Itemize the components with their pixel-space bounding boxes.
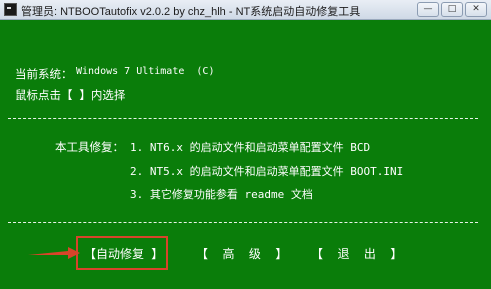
mouse-hint-text: 鼠标点击【 】内选择: [15, 88, 126, 102]
window-title: 管理员: NTBOOTautofix v2.0.2 by chz_hlh - N…: [21, 6, 361, 18]
minimize-button[interactable]: —: [417, 2, 439, 17]
repair-label: 本工具修复：: [55, 140, 124, 154]
red-arrow-icon: [28, 247, 80, 259]
advanced-button[interactable]: 【 高 级 】: [196, 245, 287, 263]
app-window: 管理员: NTBOOTautofix v2.0.2 by chz_hlh - N…: [0, 0, 491, 289]
console-content: 当前系统： Windows 7 Ultimate (C) 鼠标点击【 】内选择 …: [0, 20, 491, 289]
close-button[interactable]: ✕: [465, 2, 487, 17]
window-controls: — □ ✕: [417, 2, 487, 17]
repair-item-readme: 3. 其它修复功能参看 readme 文档: [130, 188, 313, 201]
divider-bottom: [8, 222, 478, 223]
maximize-button[interactable]: □: [441, 2, 463, 17]
exit-button[interactable]: 【 退 出 】: [311, 245, 402, 263]
console-icon: [4, 3, 17, 16]
repair-item-bootini: 2. NT5.x 的启动文件和启动菜单配置文件 BOOT.INI: [130, 165, 404, 178]
auto-repair-button[interactable]: 【自动修复 】: [84, 245, 163, 263]
current-system-label: 当前系统：: [15, 67, 73, 81]
title-bar[interactable]: 管理员: NTBOOTautofix v2.0.2 by chz_hlh - N…: [0, 0, 491, 20]
current-system-value: Windows 7 Ultimate (C): [76, 66, 215, 77]
repair-item-bcd: 1. NT6.x 的启动文件和启动菜单配置文件 BCD: [130, 141, 371, 154]
divider-top: [8, 118, 478, 119]
